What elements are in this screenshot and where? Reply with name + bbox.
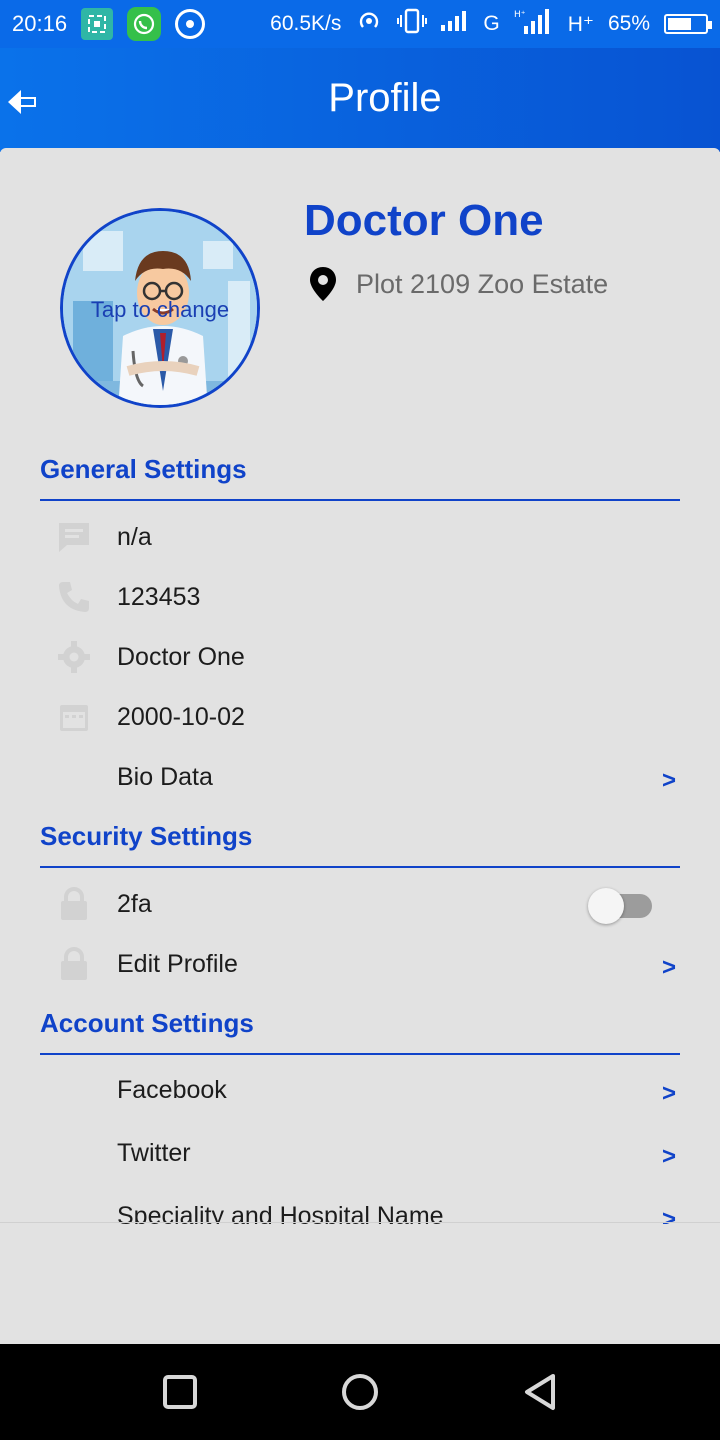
- svg-text:H⁺: H⁺: [514, 10, 526, 20]
- lock-icon: [56, 886, 92, 922]
- general-row-message: n/a: [40, 509, 680, 565]
- section-divider-security: [40, 866, 680, 868]
- general-row-label: Doctor One: [117, 642, 245, 671]
- profile-address: Plot 2109 Zoo Estate: [308, 266, 608, 302]
- chevron-right-icon: >: [661, 1080, 676, 1107]
- general-row-label: 2000-10-02: [117, 702, 245, 731]
- general-row-label: 123453: [117, 582, 201, 611]
- toggle-knob: [588, 888, 624, 924]
- network-type-1: G: [483, 12, 500, 35]
- facebook-row[interactable]: Facebook >: [40, 1062, 680, 1118]
- general-row-dob: 2000-10-02: [40, 689, 680, 745]
- general-row-label: n/a: [117, 522, 152, 551]
- square-icon: [163, 1375, 197, 1409]
- avatar-hint: Tap to change: [90, 297, 230, 322]
- page-title: Profile: [328, 76, 442, 120]
- general-row-phone: 123453: [40, 569, 680, 625]
- calendar-icon: [56, 699, 92, 735]
- section-title-account: Account Settings: [40, 1008, 254, 1038]
- profile-card: Tap to change Doctor One Plot 2109 Zoo E…: [0, 148, 720, 1224]
- speciality-label: Speciality and Hospital Name: [117, 1201, 444, 1225]
- edit-profile-row[interactable]: Edit Profile >: [40, 936, 680, 992]
- twitter-row[interactable]: Twitter >: [40, 1125, 680, 1181]
- home-button[interactable]: [338, 1370, 382, 1414]
- battery-percent: 65%: [607, 12, 650, 35]
- twofa-label: 2fa: [117, 889, 152, 918]
- circle-icon: [342, 1374, 378, 1410]
- status-bar: 20:16 60.5K/s G H⁺ H⁺ 65%: [0, 0, 720, 48]
- bio-data-row[interactable]: Bio Data >: [40, 749, 680, 805]
- network-speed: 60.5K/s: [270, 12, 342, 35]
- bio-data-label: Bio Data: [117, 762, 213, 791]
- vibrate-icon: [397, 8, 428, 40]
- status-time: 20:16: [12, 11, 68, 36]
- app-bar: Profile: [0, 48, 720, 152]
- card-bottom-edge: [0, 1222, 720, 1223]
- twofa-toggle[interactable]: [588, 888, 652, 924]
- navigation-bar: [0, 1344, 720, 1440]
- screenshot-icon: [81, 8, 114, 40]
- profile-name: Doctor One: [304, 196, 544, 245]
- facebook-label: Facebook: [117, 1075, 227, 1104]
- general-row-name: Doctor One: [40, 629, 680, 685]
- edit-profile-label: Edit Profile: [117, 949, 238, 978]
- section-divider-account: [40, 1053, 680, 1055]
- twitter-label: Twitter: [117, 1138, 191, 1167]
- back-nav-button[interactable]: [518, 1370, 562, 1414]
- chevron-right-icon: >: [661, 1143, 676, 1170]
- section-title-security: Security Settings: [40, 821, 253, 851]
- signal-icon-1: [441, 11, 469, 37]
- recents-button[interactable]: [158, 1370, 202, 1414]
- section-divider-general: [40, 499, 680, 501]
- address-text: Plot 2109 Zoo Estate: [356, 268, 609, 299]
- location-pin-icon: [310, 267, 336, 301]
- twofa-row: 2fa: [40, 876, 680, 932]
- phone-icon: [56, 579, 92, 615]
- gear-icon: [56, 639, 92, 675]
- battery-icon: [664, 14, 712, 34]
- whatsapp-icon: [127, 7, 162, 41]
- message-icon: [56, 519, 92, 555]
- location-target-icon: [175, 9, 206, 39]
- avatar[interactable]: Tap to change: [60, 208, 260, 408]
- lock-icon: [56, 946, 92, 982]
- triangle-back-icon: [525, 1374, 555, 1410]
- chevron-right-icon: >: [661, 767, 676, 794]
- section-title-general: General Settings: [40, 454, 247, 484]
- hotspot-icon: [355, 7, 383, 41]
- chevron-right-icon: >: [661, 954, 676, 981]
- network-type-2: H⁺: [567, 12, 594, 36]
- speciality-row[interactable]: Speciality and Hospital Name >: [40, 1188, 680, 1225]
- signal-icon-2: H⁺: [514, 8, 554, 40]
